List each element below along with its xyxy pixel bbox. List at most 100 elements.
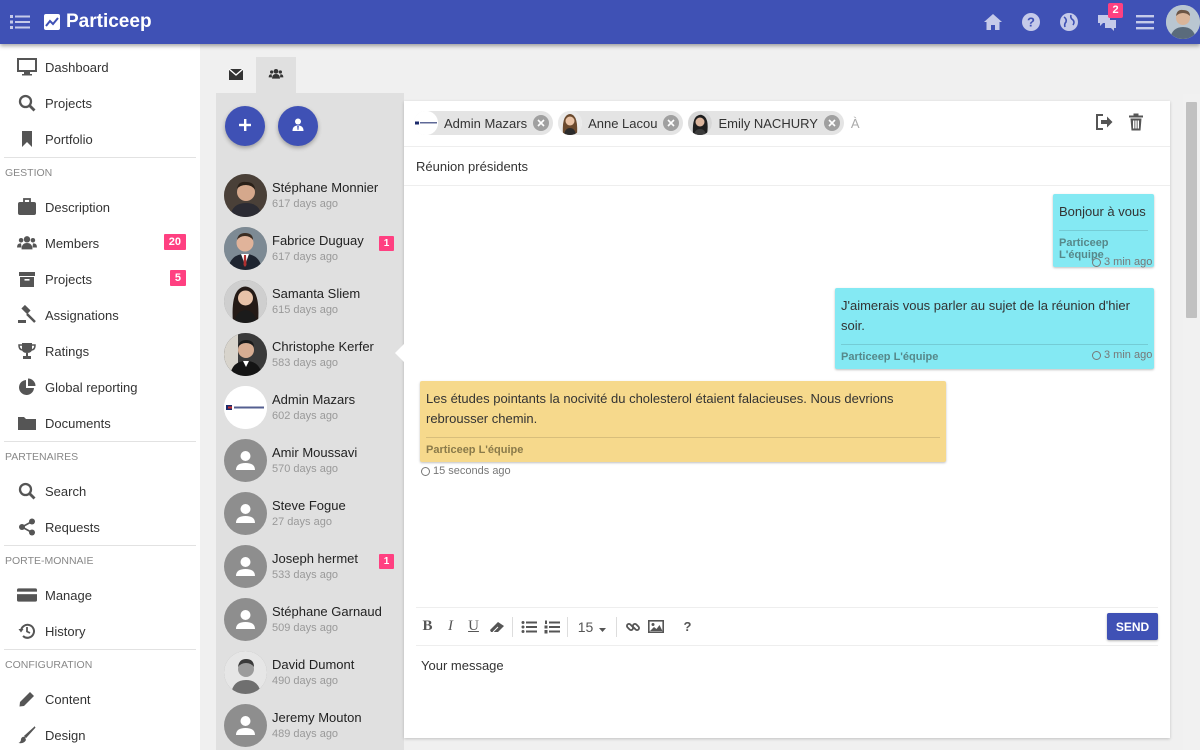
unread-badge: 1 xyxy=(379,554,394,569)
bullet-list-icon[interactable] xyxy=(517,613,540,641)
sidebar-item-ratings[interactable]: Ratings xyxy=(0,333,200,369)
active-conversation-pointer xyxy=(395,344,404,362)
eraser-icon[interactable] xyxy=(485,613,508,641)
contact-avatar xyxy=(224,332,267,376)
clock-icon xyxy=(421,466,430,476)
section-title-gestion: GESTION xyxy=(4,157,196,189)
sidebar-item-members[interactable]: Members 20 xyxy=(0,225,200,261)
link-icon[interactable] xyxy=(621,613,644,641)
projects-count-badge: 5 xyxy=(169,270,186,286)
chat-icon[interactable]: 2 xyxy=(1088,0,1126,44)
italic-icon[interactable]: I xyxy=(439,613,462,641)
contact-time: 533 days ago xyxy=(272,569,339,581)
sidebar-item-requests[interactable]: Requests xyxy=(0,509,200,545)
user-avatar[interactable] xyxy=(1166,5,1200,39)
remove-recipient-icon[interactable] xyxy=(663,115,680,131)
conversation-item[interactable]: Amir Moussavi 570 days ago xyxy=(224,434,404,486)
sidebar-item-label: Dashboard xyxy=(45,59,109,75)
clock-icon xyxy=(1092,257,1101,267)
sidebar-item-description[interactable]: Description xyxy=(0,189,200,225)
tab-group[interactable] xyxy=(256,57,296,93)
message-text: Les études pointants la nocivité du chol… xyxy=(426,391,894,426)
sidebar-item-assignations[interactable]: Assignations xyxy=(0,297,200,333)
remove-recipient-icon[interactable] xyxy=(533,115,550,131)
list-menu-icon[interactable] xyxy=(8,10,32,34)
conversation-item[interactable]: Christophe Kerfer 583 days ago xyxy=(224,328,404,380)
home-icon[interactable] xyxy=(974,0,1012,44)
bold-icon[interactable]: B xyxy=(416,613,439,641)
page-scrollbar[interactable] xyxy=(1183,94,1200,750)
section-title-porte-monnaie: PORTE-MONNAIE xyxy=(4,545,196,577)
contact-name: Joseph hermet xyxy=(272,551,358,566)
default-avatar-icon xyxy=(224,703,267,747)
remove-recipient-icon[interactable] xyxy=(823,115,840,131)
sidebar-item-label: Members xyxy=(45,235,100,251)
recipients-field[interactable]: Admin Mazars Anne Lacou Emily NACHURY À xyxy=(414,111,860,135)
new-group-button[interactable] xyxy=(278,106,318,146)
recipient-chip[interactable]: Admin Mazars xyxy=(414,111,554,135)
help-icon[interactable]: ? xyxy=(1012,0,1050,44)
conversation-item[interactable]: Stéphane Monnier 617 days ago xyxy=(224,169,404,221)
recipient-chip[interactable]: Anne Lacou xyxy=(558,111,684,135)
sidebar-item-portfolio[interactable]: Portfolio xyxy=(0,121,200,157)
contact-name: Admin Mazars xyxy=(272,392,356,407)
search-icon xyxy=(17,481,37,501)
sidebar-item-dashboard[interactable]: Dashboard xyxy=(0,49,200,85)
new-conversation-button[interactable] xyxy=(225,106,265,146)
conversation-item[interactable]: Jeremy Mouton 489 days ago xyxy=(224,699,404,750)
contact-avatar xyxy=(224,226,267,270)
top-bar: Particeep ? 2 xyxy=(0,0,1200,44)
image-icon[interactable] xyxy=(644,613,667,641)
sidebar-item-global-reporting[interactable]: Global reporting xyxy=(0,369,200,405)
contact-time: 490 days ago xyxy=(272,675,339,687)
trash-icon[interactable] xyxy=(1120,110,1152,134)
conversation-item[interactable]: Admin Mazars 602 days ago xyxy=(224,381,404,433)
conversation-list: Stéphane Monnier 617 days ago Fabrice Dug… xyxy=(216,93,404,750)
sidebar-item-label: Ratings xyxy=(45,343,90,359)
conversation-item[interactable]: Fabrice Duguay 617 days ago 1 xyxy=(224,222,404,274)
sidebar-item-documents[interactable]: Documents xyxy=(0,405,200,441)
globe-icon[interactable] xyxy=(1050,0,1088,44)
contact-time: 615 days ago xyxy=(272,304,339,316)
font-size-select[interactable]: 15 xyxy=(572,613,612,641)
conversation-item[interactable]: Samanta Sliem 615 days ago xyxy=(224,275,404,327)
briefcase-icon xyxy=(17,197,37,217)
pie-chart-icon xyxy=(17,377,37,397)
contact-name: Stéphane Monnier xyxy=(272,180,379,195)
sidebar-item-projects[interactable]: Projects xyxy=(0,85,200,121)
brand[interactable]: Particeep xyxy=(44,10,152,34)
sidebar-item-projects-gestion[interactable]: Projects 5 xyxy=(0,261,200,297)
default-avatar-icon xyxy=(224,491,267,535)
conversation-item[interactable]: Steve Fogue 27 days ago xyxy=(224,487,404,539)
conversation-item[interactable]: Stéphane Garnaud 509 days ago xyxy=(224,593,404,645)
underline-icon[interactable]: U xyxy=(462,613,485,641)
scrollbar-thumb[interactable] xyxy=(1186,102,1197,318)
sidebar-item-history[interactable]: History xyxy=(0,613,200,649)
recipient-chip[interactable]: Emily NACHURY xyxy=(688,111,844,135)
sidebar-item-search[interactable]: Search xyxy=(0,473,200,509)
conversation-panel: Admin Mazars Anne Lacou Emily NACHURY À … xyxy=(404,101,1170,738)
menu-icon[interactable] xyxy=(1126,0,1164,44)
conversation-item[interactable]: David Dumont 490 days ago xyxy=(224,646,404,698)
contact-time: 617 days ago xyxy=(272,198,339,210)
contact-avatar xyxy=(224,650,267,694)
send-button[interactable]: SEND xyxy=(1107,613,1158,640)
numbered-list-icon[interactable] xyxy=(540,613,563,641)
envelope-icon xyxy=(228,67,244,83)
recipient-input-placeholder[interactable]: À xyxy=(851,116,860,131)
trophy-icon xyxy=(17,341,37,361)
sidebar-item-content[interactable]: Content xyxy=(0,681,200,717)
sidebar-item-manage[interactable]: Manage xyxy=(0,577,200,613)
conversation-item[interactable]: Joseph hermet 533 days ago 1 xyxy=(224,540,404,592)
message-input[interactable]: Your message xyxy=(416,645,1158,725)
contact-name: Samanta Sliem xyxy=(272,286,361,301)
tab-messages[interactable] xyxy=(216,57,256,93)
sidebar-item-label: Search xyxy=(45,483,87,499)
help-question-icon[interactable]: ? xyxy=(676,613,699,641)
sidebar-item-design[interactable]: Design xyxy=(0,717,200,750)
leave-conversation-icon[interactable] xyxy=(1088,110,1120,134)
history-icon xyxy=(17,621,37,641)
plus-icon xyxy=(239,118,251,134)
messaging-tabs xyxy=(216,57,296,93)
sidebar-item-label: Documents xyxy=(45,415,111,431)
